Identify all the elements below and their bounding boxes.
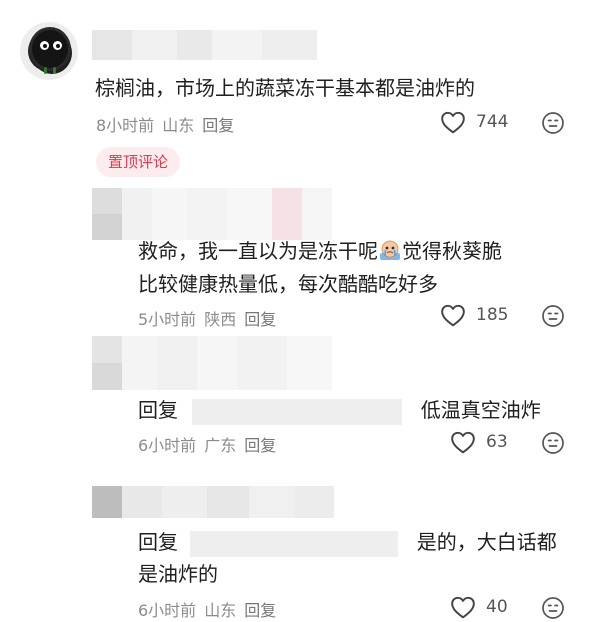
masked-username[interactable] — [122, 486, 334, 518]
comment-location: 山东 — [204, 601, 237, 620]
masked-username[interactable] — [122, 336, 332, 390]
masked-avatar[interactable] — [92, 486, 122, 518]
comment-meta: 8小时前 山东 回复 — [96, 112, 234, 136]
reply-prefix: 回复 — [138, 398, 178, 422]
comment-text: 是油炸的 — [138, 562, 218, 586]
heart-outline-icon — [441, 111, 465, 134]
comment-meta: 6小时前 广东 回复 — [138, 432, 276, 456]
masked-reply-target[interactable] — [192, 398, 403, 425]
comment-time: 6小时前 — [138, 601, 197, 620]
comment-text: 救命，我一直以为是冻干呢 觉得秋葵脆 — [138, 234, 502, 268]
emoji-face-icon[interactable] — [541, 596, 565, 620]
avatar-eye — [40, 41, 49, 50]
avatar[interactable] — [20, 22, 78, 80]
emoji-face-icon[interactable] — [541, 304, 565, 328]
comment-text-part: 救命，我一直以为是冻干呢 — [138, 239, 378, 263]
heart-outline-icon — [451, 596, 475, 619]
avatar-leg — [44, 67, 47, 74]
like-count: 185 — [476, 305, 509, 325]
heart-outline-icon — [451, 431, 475, 454]
comment-time: 6小时前 — [138, 436, 197, 455]
comment-text-part: 是的，大白话都 — [416, 530, 557, 554]
masked-username[interactable] — [92, 30, 317, 60]
comment-text-part: 低温真空油炸 — [420, 398, 541, 422]
comment-text: 回复 是的，大白话都 — [138, 525, 557, 559]
comment-time: 5小时前 — [138, 310, 197, 329]
masked-username[interactable] — [122, 188, 332, 240]
comment-time: 8小时前 — [96, 116, 155, 135]
reply-button[interactable]: 回复 — [244, 597, 276, 621]
emoji-face-icon[interactable] — [541, 111, 565, 135]
like-count: 63 — [486, 432, 508, 452]
comment-text: 棕榈油，市场上的蔬菜冻干基本都是油炸的 — [95, 76, 475, 100]
pinned-comment-badge: 置顶评论 — [96, 147, 181, 177]
emoji-face-icon[interactable] — [541, 431, 565, 455]
like-count: 40 — [486, 597, 508, 617]
heart-outline-icon — [441, 304, 465, 327]
comment-meta: 5小时前 陕西 回复 — [138, 306, 276, 330]
reply-prefix: 回复 — [138, 530, 178, 554]
comment-location: 山东 — [162, 116, 195, 135]
reply-button[interactable]: 回复 — [202, 112, 234, 136]
reply-button[interactable]: 回复 — [244, 432, 276, 456]
avatar-leg — [53, 67, 56, 74]
comment-text: 比较健康热量低，每次酷酷吃好多 — [138, 272, 438, 296]
comment-location: 陕西 — [204, 310, 237, 329]
masked-reply-target[interactable] — [190, 530, 399, 557]
comment-meta: 6小时前 山东 回复 — [138, 597, 276, 621]
masked-avatar[interactable] — [92, 188, 122, 240]
like-count: 744 — [476, 112, 509, 132]
reply-button[interactable]: 回复 — [244, 306, 276, 330]
comment-text: 回复 低温真空油炸 — [138, 393, 541, 427]
comment-text-part: 觉得秋葵脆 — [402, 239, 502, 263]
like-button[interactable]: 63 — [450, 430, 508, 454]
avatar-eye — [53, 41, 62, 50]
crying-emoji-icon — [380, 240, 400, 260]
like-button[interactable]: 744 — [440, 110, 508, 134]
like-button[interactable]: 185 — [440, 303, 508, 327]
like-button[interactable]: 40 — [450, 595, 508, 619]
masked-avatar[interactable] — [92, 336, 122, 390]
comment-location: 广东 — [204, 436, 237, 455]
